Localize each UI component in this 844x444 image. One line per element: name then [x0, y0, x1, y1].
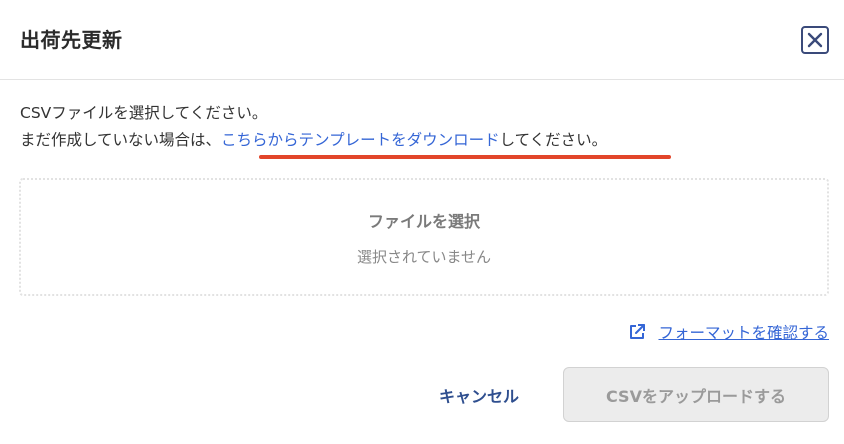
- dialog-title: 出荷先更新: [20, 28, 123, 52]
- close-icon: [807, 32, 823, 48]
- instructions-prefix: まだ作成していない場合は、: [20, 131, 222, 149]
- check-format-label: フォーマットを確認する: [658, 324, 829, 342]
- template-download-link[interactable]: こちらからテンプレートをダウンロード: [221, 131, 500, 149]
- file-status-text: 選択されていません: [356, 248, 492, 266]
- instructions-line2: まだ作成していない場合は、こちらからテンプレートをダウンロードしてください。: [20, 127, 671, 159]
- instructions-suffix: してください。: [499, 131, 608, 149]
- highlight-underline: [259, 155, 671, 159]
- close-button[interactable]: [801, 26, 829, 54]
- check-format-link[interactable]: フォーマットを確認する: [628, 321, 829, 343]
- select-file-label: ファイルを選択: [367, 212, 480, 231]
- update-destination-dialog: 出荷先更新 CSVファイルを選択してください。 まだ作成していない場合は、こちら…: [0, 0, 844, 444]
- instructions: CSVファイルを選択してください。 まだ作成していない場合は、こちらからテンプレ…: [20, 100, 671, 159]
- upload-csv-button[interactable]: CSVをアップロードする: [563, 367, 829, 422]
- cancel-button[interactable]: キャンセル: [420, 372, 538, 418]
- instructions-line1: CSVファイルを選択してください。: [20, 104, 268, 122]
- external-link-icon: [630, 324, 646, 339]
- dialog-header: 出荷先更新: [0, 0, 844, 80]
- file-dropzone[interactable]: ファイルを選択 選択されていません: [19, 178, 829, 296]
